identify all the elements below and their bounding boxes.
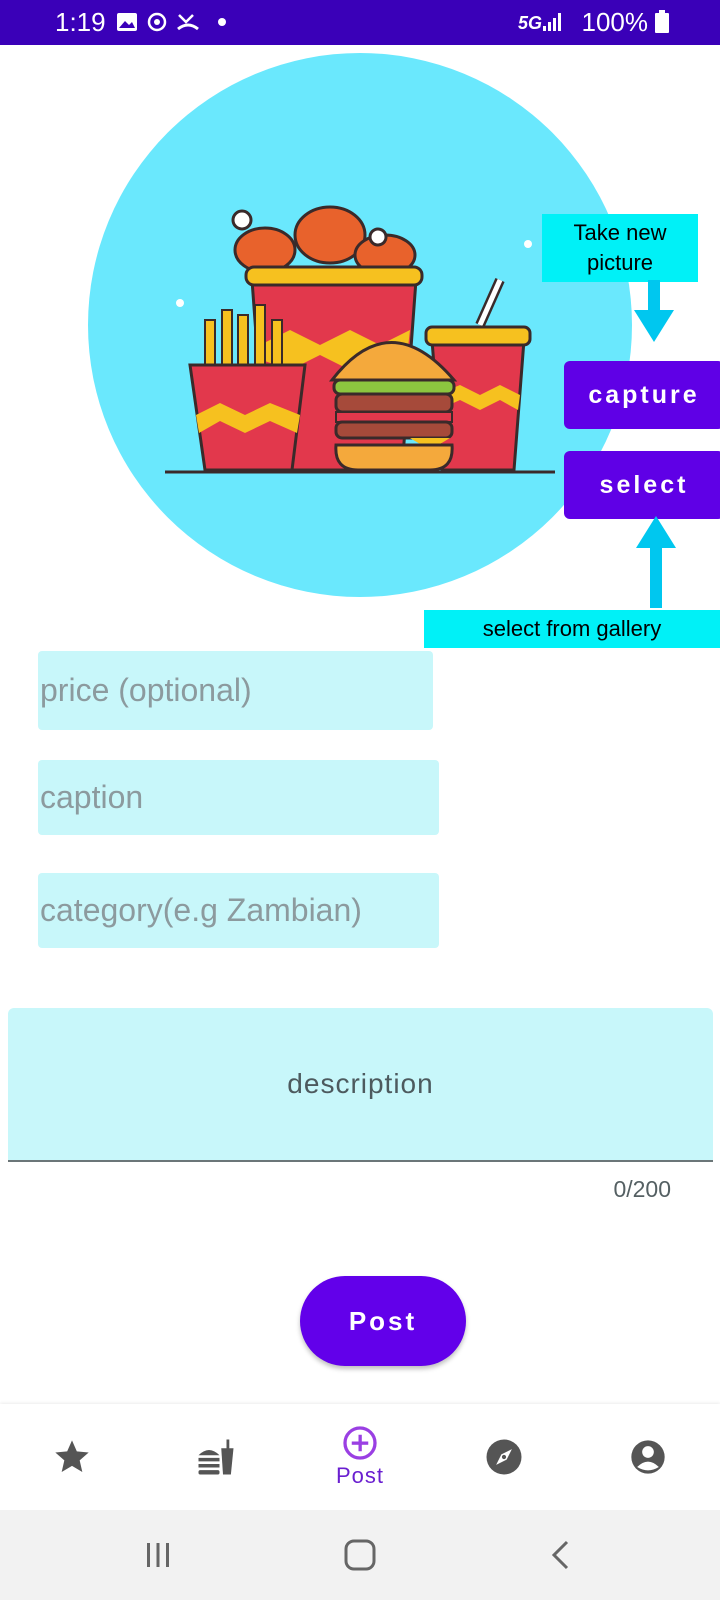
nav-item-post[interactable]: Post [288, 1404, 432, 1510]
nav-item-food[interactable] [144, 1404, 288, 1510]
battery-icon [650, 10, 674, 34]
recent-apps-button[interactable] [98, 1510, 218, 1600]
arrow-up-icon [636, 516, 676, 608]
dot-icon [210, 10, 234, 34]
add-circle-icon [343, 1426, 377, 1460]
take-picture-annotation: Take new picture [542, 214, 698, 282]
arrow-down-icon [634, 280, 674, 342]
description-input[interactable]: description [8, 1008, 713, 1162]
select-button[interactable]: select [564, 451, 720, 519]
gallery-icon [115, 10, 139, 34]
status-bar: 1:19 5G 100% [0, 0, 720, 45]
sync-icon [145, 10, 169, 34]
capture-button[interactable]: capture [564, 361, 720, 429]
nav-item-explore[interactable] [432, 1404, 576, 1510]
status-time: 1:19 [55, 7, 106, 37]
back-button[interactable] [500, 1510, 620, 1600]
nav-label-post: Post [335, 1463, 385, 1488]
missed-call-icon [176, 10, 200, 34]
home-icon [344, 1539, 376, 1571]
star-icon [55, 1440, 89, 1472]
char-counter: 0/200 [613, 1176, 671, 1202]
recent-apps-icon [147, 1543, 169, 1567]
account-icon [631, 1440, 665, 1474]
fastfood-icon [198, 1439, 234, 1475]
home-button[interactable] [300, 1510, 420, 1600]
compass-icon [486, 1439, 522, 1475]
battery-text: 100% [581, 7, 649, 37]
bottom-nav: Post [0, 1404, 720, 1510]
caption-input[interactable]: caption [38, 760, 439, 835]
system-nav-bar [0, 1510, 720, 1600]
select-gallery-annotation: select from gallery [424, 610, 720, 648]
post-button[interactable]: Post [300, 1276, 466, 1366]
food-illustration [165, 205, 555, 474]
network-label: 5G [517, 13, 542, 33]
signal-icon [541, 10, 565, 34]
nav-item-profile[interactable] [576, 1404, 720, 1510]
back-icon [551, 1540, 569, 1570]
category-input[interactable]: category(e.g Zambian) [38, 873, 439, 948]
price-input[interactable]: price (optional) [38, 651, 433, 730]
nav-item-favorites[interactable] [0, 1404, 144, 1510]
